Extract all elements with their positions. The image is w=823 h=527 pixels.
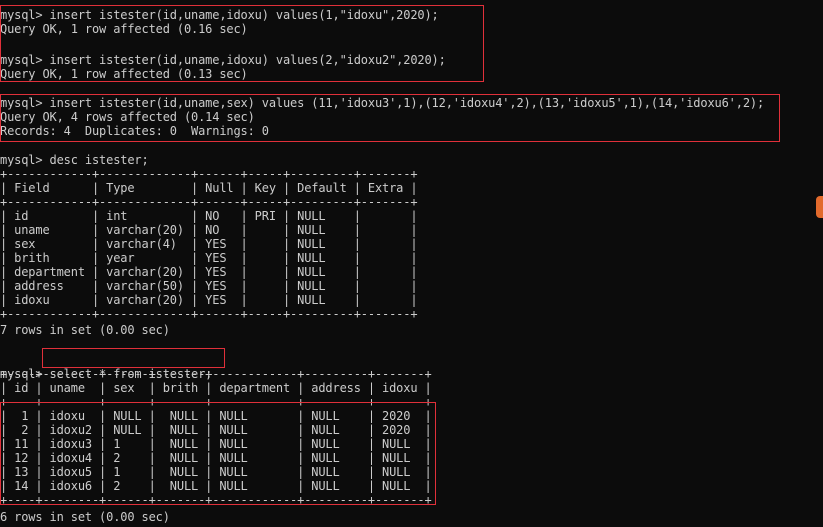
table-row: | id | int | NO | PRI | NULL | | — [0, 209, 418, 223]
select-result-highlight-box — [0, 402, 436, 505]
output-line: 6 rows in set (0.00 sec) — [0, 510, 170, 524]
table-row: | brith | year | YES | | NULL | | — [0, 251, 418, 265]
select-highlight-box — [42, 348, 225, 368]
bulk-insert-highlight-box — [0, 94, 780, 142]
command-line: mysql> desc istester; — [0, 153, 149, 167]
table-row: | sex | varchar(4) | YES | | NULL | | — [0, 237, 418, 251]
table-border: +------------+-------------+------+-----… — [0, 167, 418, 181]
insert-highlight-box — [0, 5, 484, 82]
table-border: +------------+-------------+------+-----… — [0, 195, 418, 209]
table-row: | idoxu | varchar(20) | YES | | NULL | | — [0, 293, 418, 307]
table-header: | Field | Type | Null | Key | Default | … — [0, 181, 418, 195]
output-line: 7 rows in set (0.00 sec) — [0, 323, 170, 337]
table-row: | uname | varchar(20) | NO | | NULL | | — [0, 223, 418, 237]
table-header: | id | uname | sex | brith | department … — [0, 381, 432, 395]
table-border: +----+--------+------+-------+----------… — [0, 367, 432, 381]
table-row: | address | varchar(50) | YES | | NULL |… — [0, 279, 418, 293]
table-row: | department | varchar(20) | YES | | NUL… — [0, 265, 418, 279]
side-badge-icon[interactable] — [816, 196, 823, 218]
table-border: +------------+-------------+------+-----… — [0, 307, 418, 321]
